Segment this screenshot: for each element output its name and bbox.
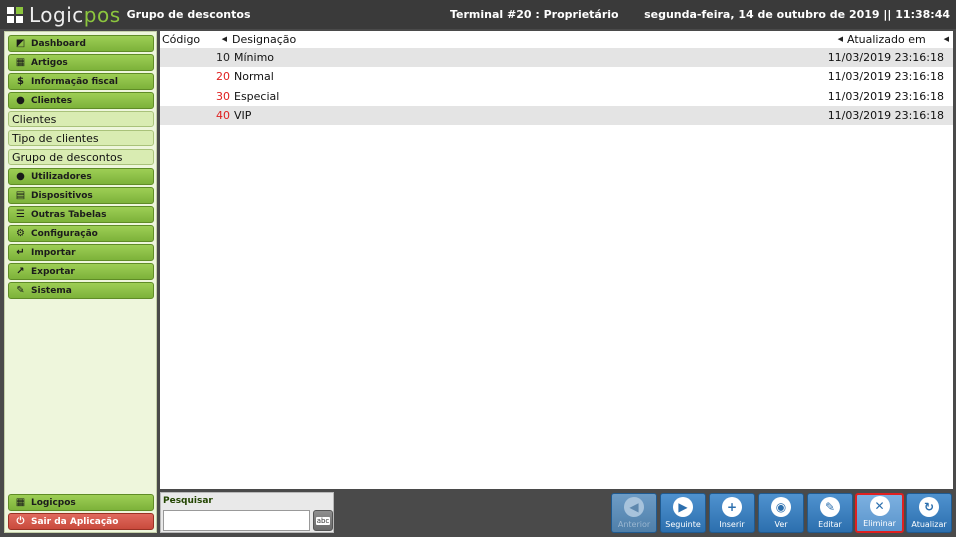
search-input[interactable] xyxy=(163,510,310,531)
logicpos-label: Logicpos xyxy=(31,497,76,508)
sidebar: ◩ Dashboard ▦ Artigos $ Informação fisca… xyxy=(4,31,157,533)
sidebar-item-label: Dispositivos xyxy=(31,190,93,201)
plus-icon: + xyxy=(722,497,742,517)
previous-label: Anterior xyxy=(617,520,651,529)
sidebar-item-sistema[interactable]: ✎ Sistema xyxy=(8,282,154,299)
view-button[interactable]: ◉ Ver xyxy=(758,493,804,533)
insert-button[interactable]: + Inserir xyxy=(709,493,755,533)
sidebar-item-artigos[interactable]: ▦ Artigos xyxy=(8,54,154,71)
page-title: Grupo de descontos xyxy=(126,8,251,21)
sidebar-item-label: Utilizadores xyxy=(31,171,92,182)
grid-icon: ▦ xyxy=(15,496,26,508)
cell-code: 10 xyxy=(216,51,230,64)
keyboard-icon: abc xyxy=(315,516,331,525)
cell-name: Especial xyxy=(234,90,280,103)
sidebar-item-label: Outras Tabelas xyxy=(31,209,107,220)
devices-icon: ▤ xyxy=(15,189,26,201)
datetime-label: segunda-feira, 14 de outubro de 2019 || … xyxy=(644,8,950,21)
cell-updated: 11/03/2019 23:16:18 xyxy=(827,90,944,103)
table-row[interactable]: 10 Mínimo 11/03/2019 23:16:18 xyxy=(160,48,953,67)
eye-icon: ◉ xyxy=(771,497,791,517)
sidebar-item-configuracao[interactable]: ⚙ Configuração xyxy=(8,225,154,242)
grid-icon: ▦ xyxy=(15,56,26,68)
terminal-label: Terminal #20 : Proprietário xyxy=(450,8,619,21)
edit-label: Editar xyxy=(818,520,842,529)
logicpos-button[interactable]: ▦ Logicpos xyxy=(8,494,154,511)
sidebar-item-label: Informação fiscal xyxy=(31,76,118,87)
wrench-icon: ✎ xyxy=(16,284,25,296)
coins-icon: $ xyxy=(17,75,24,87)
submenu-item-clientes[interactable]: Clientes xyxy=(8,111,154,127)
search-panel: Pesquisar abc xyxy=(160,492,334,533)
cell-code: 20 xyxy=(216,70,230,83)
delete-label: Eliminar xyxy=(863,519,896,528)
data-grid: Código ◀ Designação ◀ Atualizado em ◀ 10… xyxy=(160,31,953,489)
sidebar-item-label: Clientes xyxy=(31,95,73,106)
sidebar-item-utilizadores[interactable]: ● Utilizadores xyxy=(8,168,154,185)
sidebar-item-outras-tabelas[interactable]: ☰ Outras Tabelas xyxy=(8,206,154,223)
user-icon: ● xyxy=(16,170,25,182)
export-icon: ↗ xyxy=(16,265,25,277)
cell-updated: 11/03/2019 23:16:18 xyxy=(827,109,944,122)
next-button[interactable]: ▶ Seguinte xyxy=(660,493,706,533)
cell-code: 30 xyxy=(216,90,230,103)
gears-icon: ⚙ xyxy=(16,227,25,239)
sidebar-item-dispositivos[interactable]: ▤ Dispositivos xyxy=(8,187,154,204)
table-row[interactable]: 20 Normal 11/03/2019 23:16:18 xyxy=(160,67,953,86)
submenu-item-grupo-de-descontos[interactable]: Grupo de descontos xyxy=(8,149,154,165)
sidebar-item-label: Importar xyxy=(31,247,76,258)
search-label: Pesquisar xyxy=(163,496,213,506)
pencil-icon: ✎ xyxy=(820,497,840,517)
logo-icon xyxy=(7,6,23,23)
table-row[interactable]: 30 Especial 11/03/2019 23:16:18 xyxy=(160,87,953,106)
delete-icon: ✕ xyxy=(869,496,890,516)
person-icon: ● xyxy=(16,94,25,106)
exit-button[interactable]: ⏻ Sair da Aplicação xyxy=(8,513,154,530)
delete-button[interactable]: ✕ Eliminar xyxy=(855,493,904,533)
insert-label: Inserir xyxy=(719,520,745,529)
sort-arrow-icon: ◀ xyxy=(837,35,843,43)
refresh-button[interactable]: ↻ Atualizar xyxy=(906,493,952,533)
refresh-label: Atualizar xyxy=(911,520,947,529)
previous-icon: ◀ xyxy=(624,497,644,517)
table-row[interactable]: 40 VIP 11/03/2019 23:16:18 xyxy=(160,106,953,125)
import-icon: ↵ xyxy=(16,246,25,258)
keyboard-button[interactable]: abc xyxy=(313,510,333,531)
column-header-atualizado-em[interactable]: Atualizado em ◀ xyxy=(847,31,951,47)
cell-name: Mínimo xyxy=(234,51,275,64)
column-header-designacao[interactable]: Designação ◀ xyxy=(232,31,845,47)
previous-button[interactable]: ◀ Anterior xyxy=(611,493,657,533)
cell-updated: 11/03/2019 23:16:18 xyxy=(827,51,944,64)
sidebar-item-label: Artigos xyxy=(31,57,68,68)
edit-button[interactable]: ✎ Editar xyxy=(807,493,853,533)
sidebar-item-label: Dashboard xyxy=(31,38,86,49)
sidebar-item-label: Configuração xyxy=(31,228,98,239)
sidebar-item-label: Exportar xyxy=(31,266,75,277)
exit-label: Sair da Aplicação xyxy=(31,516,119,527)
sidebar-item-dashboard[interactable]: ◩ Dashboard xyxy=(8,35,154,52)
sidebar-item-informacao-fiscal[interactable]: $ Informação fiscal xyxy=(8,73,154,90)
sidebar-item-importar[interactable]: ↵ Importar xyxy=(8,244,154,261)
view-label: Ver xyxy=(774,520,788,529)
list-icon: ☰ xyxy=(16,208,25,220)
cell-name: VIP xyxy=(234,109,252,122)
app-logo: Logicpos Grupo de descontos xyxy=(0,2,251,27)
cell-name: Normal xyxy=(234,70,274,83)
refresh-icon: ↻ xyxy=(919,497,939,517)
sidebar-item-clientes[interactable]: ● Clientes xyxy=(8,92,154,109)
next-label: Seguinte xyxy=(665,520,701,529)
title-bar: Logicpos Grupo de descontos Terminal #20… xyxy=(0,0,956,29)
sort-arrow-icon: ◀ xyxy=(943,35,949,43)
sidebar-item-exportar[interactable]: ↗ Exportar xyxy=(8,263,154,280)
power-icon: ⏻ xyxy=(16,515,25,527)
next-icon: ▶ xyxy=(673,497,693,517)
submenu-item-tipo-de-clientes[interactable]: Tipo de clientes xyxy=(8,130,154,146)
cell-code: 40 xyxy=(216,109,230,122)
sort-arrow-icon: ◀ xyxy=(221,35,227,43)
dashboard-icon: ◩ xyxy=(15,37,26,49)
sidebar-item-label: Sistema xyxy=(31,285,72,296)
cell-updated: 11/03/2019 23:16:18 xyxy=(827,70,944,83)
logo-text: Logicpos xyxy=(29,2,121,27)
column-header-codigo[interactable]: Código ◀ xyxy=(162,31,230,47)
